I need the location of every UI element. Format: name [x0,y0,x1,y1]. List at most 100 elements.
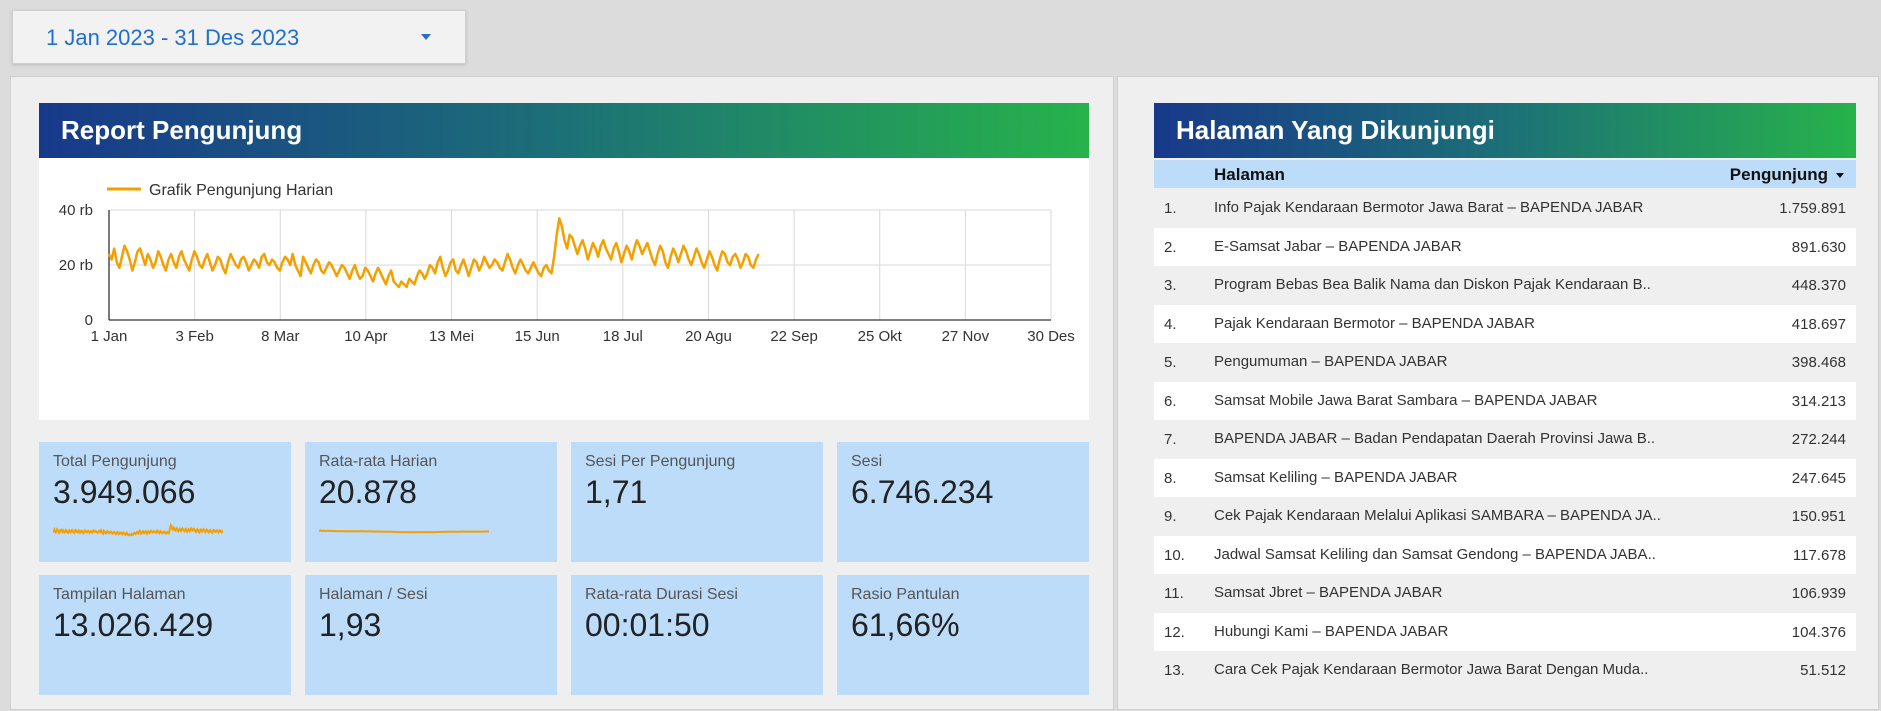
pages-table-body: 1. Info Pajak Kendaraan Bermotor Jawa Bar… [1154,189,1856,690]
row-page-title[interactable]: Jadwal Samsat Keliling dan Samsat Gendon… [1214,546,1734,563]
x-tick-label: 27 Nov [942,328,990,345]
date-range-picker[interactable]: 1 Jan 2023 - 31 Des 2023 [12,10,466,64]
visitor-report-panel: Report Pengunjung 1 Jan 3 Feb 8 Mar 10 Apr 1… [10,76,1114,710]
table-row[interactable]: 2. E-Samsat Jabar – BAPENDA JABAR 891.630 [1154,227,1856,266]
x-tick-label: 18 Jul [603,328,643,345]
row-page-title[interactable]: Cek Pajak Kendaraan Melalui Aplikasi SAM… [1214,507,1734,524]
row-number: 1. [1164,200,1177,217]
table-row[interactable]: 12. Hubungi Kami – BAPENDA JABAR 104.376 [1154,612,1856,651]
row-number: 7. [1164,431,1177,448]
total-visitors-sparkline [53,522,223,537]
row-page-title[interactable]: Samsat Mobile Jawa Barat Sambara – BAPEN… [1214,392,1734,409]
row-number: 3. [1164,277,1177,294]
bounce-rate-card: Rasio Pantulan 61,66% [837,575,1089,695]
x-tick-label: 8 Mar [261,328,299,345]
row-number: 5. [1164,354,1177,371]
x-tick-label: 30 Des [1027,328,1075,345]
y-tick-label: 0 [85,312,93,329]
row-visitors: 398.468 [1791,354,1846,371]
visited-pages-title: Halaman Yang Dikunjungi [1154,103,1856,158]
row-number: 12. [1164,623,1185,641]
row-visitors: 418.697 [1791,315,1846,333]
table-row[interactable]: 7. BAPENDA JABAR – Badan Pendapatan Daera… [1154,420,1856,459]
caret-down-icon[interactable] [421,34,431,40]
legend-label: Grafik Pengunjung Harian [149,182,333,199]
sessions-per-visitor-card: Sesi Per Pengunjung 1,71 [571,442,823,562]
sessions-card: Sesi 6.746.234 [837,442,1089,562]
column-header-visitors-label: Pengunjung [1729,165,1828,184]
row-page-title[interactable]: Hubungi Kami – BAPENDA JABAR [1214,623,1734,640]
bounce-rate-label: Rasio Pantulan [851,586,960,603]
page-views-value: 13.026.429 [53,607,214,643]
pages-per-session-label: Halaman / Sesi [319,586,428,603]
daily-average-value: 20.878 [319,474,417,510]
table-row[interactable]: 1. Info Pajak Kendaraan Bermotor Jawa Bar… [1154,189,1856,228]
page-views-card: Tampilan Halaman 13.026.429 [39,575,291,695]
x-tick-label: 25 Okt [858,328,903,345]
column-header-page[interactable]: Halaman [1214,165,1285,185]
row-page-title[interactable]: Pajak Kendaraan Bermotor – BAPENDA JABAR [1214,315,1734,332]
row-number: 2. [1164,238,1177,256]
row-page-title[interactable]: Info Pajak Kendaraan Bermotor Jawa Barat… [1214,199,1734,216]
row-number: 13. [1164,662,1185,679]
avg-session-duration-value: 00:01:50 [585,607,710,643]
row-visitors: 448.370 [1791,277,1846,294]
row-page-title[interactable]: Pengumuman – BAPENDA JABAR [1214,353,1734,370]
row-visitors: 1.759.891 [1779,200,1846,217]
bounce-rate-value: 61,66% [851,607,960,643]
y-tick-label: 20 rb [59,257,93,274]
row-visitors: 150.951 [1791,508,1846,525]
row-page-title[interactable]: E-Samsat Jabar – BAPENDA JABAR [1214,238,1734,255]
row-page-title[interactable]: Samsat Jbret – BAPENDA JABAR [1214,584,1734,601]
row-page-title[interactable]: Samsat Keliling – BAPENDA JABAR [1214,469,1734,486]
pages-per-session-value: 1,93 [319,607,382,643]
table-row[interactable]: 4. Pajak Kendaraan Bermotor – BAPENDA JAB… [1154,304,1856,343]
table-header: Halaman Pengunjung [1154,160,1856,188]
sessions-value: 6.746.234 [851,474,994,510]
row-page-title[interactable]: Cara Cek Pajak Kendaraan Bermotor Jawa B… [1214,661,1734,678]
row-number: 6. [1164,392,1177,410]
x-tick-label: 3 Feb [175,328,213,345]
x-tick-label: 15 Jun [515,328,560,345]
table-row[interactable]: 5. Pengumuman – BAPENDA JABAR 398.468 [1154,343,1856,382]
column-header-visitors[interactable]: Pengunjung [1730,165,1844,185]
row-number: 10. [1164,546,1185,564]
sessions-per-visitor-value: 1,71 [585,474,648,510]
row-visitors: 106.939 [1791,585,1846,602]
table-row[interactable]: 6. Samsat Mobile Jawa Barat Sambara – BAP… [1154,381,1856,420]
sort-desc-icon[interactable] [1836,173,1844,179]
y-tick-label: 40 rb [59,202,93,219]
visited-pages-panel: Halaman Yang Dikunjungi Halaman Pengunju… [1117,76,1879,710]
row-visitors: 247.645 [1791,469,1846,487]
table-row[interactable]: 3. Program Bebas Bea Balik Nama dan Disko… [1154,266,1856,305]
table-row[interactable]: 8. Samsat Keliling – BAPENDA JABAR 247.645 [1154,458,1856,497]
x-tick-label: 1 Jan [91,328,128,345]
total-visitors-label: Total Pengunjung [53,453,177,470]
row-visitors: 272.244 [1791,431,1846,448]
daily-average-card: Rata-rata Harian 20.878 [305,442,557,562]
row-visitors: 104.376 [1791,623,1846,641]
total-visitors-card: Total Pengunjung 3.949.066 [39,442,291,562]
row-page-title[interactable]: BAPENDA JABAR – Badan Pendapatan Daerah … [1214,430,1734,447]
sessions-label: Sesi [851,453,883,470]
total-visitors-value: 3.949.066 [53,474,196,510]
daily-visitor-chart: 1 Jan 3 Feb 8 Mar 10 Apr 13 Mei 15 Jun 18 Jul 2… [39,158,1089,420]
table-row[interactable]: 9. Cek Pajak Kendaraan Melalui Aplikasi S… [1154,497,1856,536]
x-tick-label: 10 Apr [344,328,387,345]
daily-visitor-chart-svg: 1 Jan 3 Feb 8 Mar 10 Apr 13 Mei 15 Jun 18 Jul 2… [59,182,1075,345]
table-row[interactable]: 11. Samsat Jbret – BAPENDA JABAR 106.939 [1154,574,1856,613]
table-row[interactable]: 13. Cara Cek Pajak Kendaraan Bermotor Jaw… [1154,651,1856,690]
sparkline-series [53,522,223,537]
row-number: 8. [1164,469,1177,487]
row-page-title[interactable]: Program Bebas Bea Balik Nama dan Diskon … [1214,276,1734,293]
visitor-report-title: Report Pengunjung [39,103,1089,158]
daily-average-label: Rata-rata Harian [319,453,438,470]
row-number: 4. [1164,315,1177,333]
row-visitors: 314.213 [1791,392,1846,410]
table-row[interactable]: 10. Jadwal Samsat Keliling dan Samsat Gen… [1154,535,1856,574]
series-line-daily-visitors [107,217,760,289]
date-range-label: 1 Jan 2023 - 31 Des 2023 [46,25,300,50]
x-tick-label: 22 Sep [770,328,818,345]
sessions-per-visitor-label: Sesi Per Pengunjung [585,453,736,470]
avg-session-duration-card: Rata-rata Durasi Sesi 00:01:50 [571,575,823,695]
